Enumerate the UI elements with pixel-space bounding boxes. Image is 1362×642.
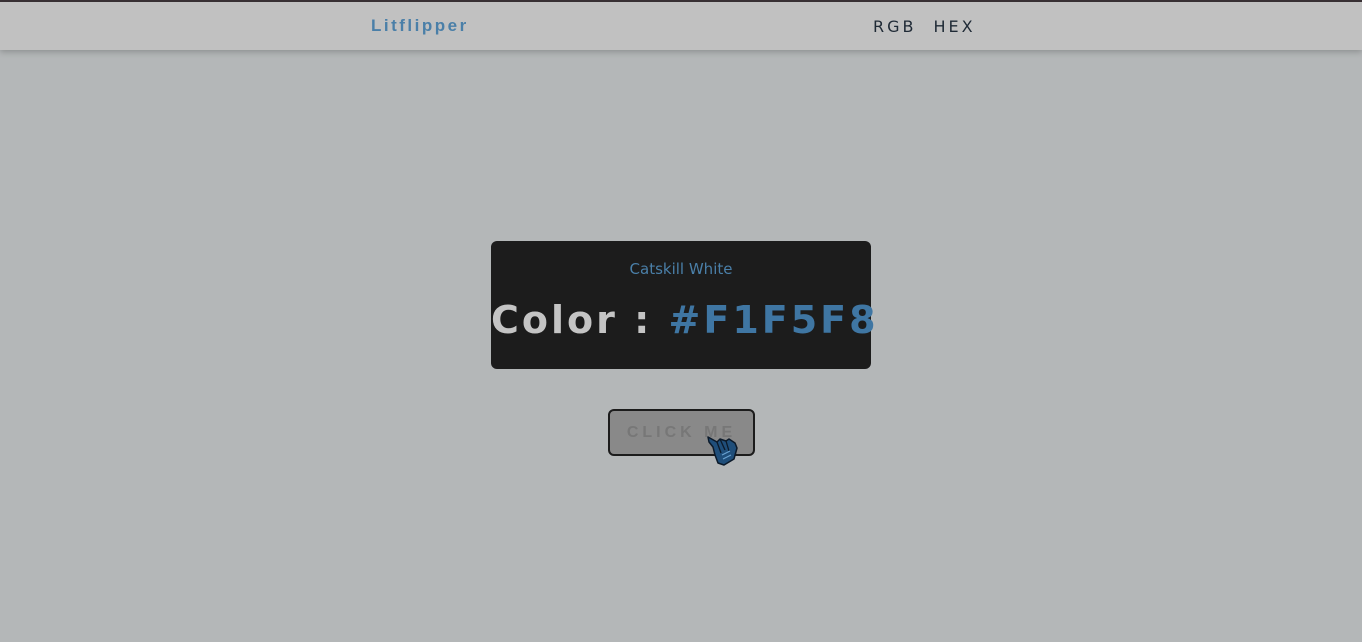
color-name: Catskill White [629,260,733,278]
color-card: Catskill White Color : #F1F5F8 [491,241,876,369]
pointing-hand-cursor-icon [707,436,738,466]
color-heading: Color : #F1F5F8 [491,297,876,343]
color-label: Color : [491,298,653,342]
brand-logo-link[interactable]: Litflipper [371,16,469,36]
nav-link-rgb[interactable]: RGB [873,17,917,36]
nav-links: RGB HEX [873,17,976,36]
navbar: Litflipper RGB HEX [0,2,1362,50]
nav-link-hex[interactable]: HEX [934,17,976,36]
color-value: #F1F5F8 [668,298,879,342]
